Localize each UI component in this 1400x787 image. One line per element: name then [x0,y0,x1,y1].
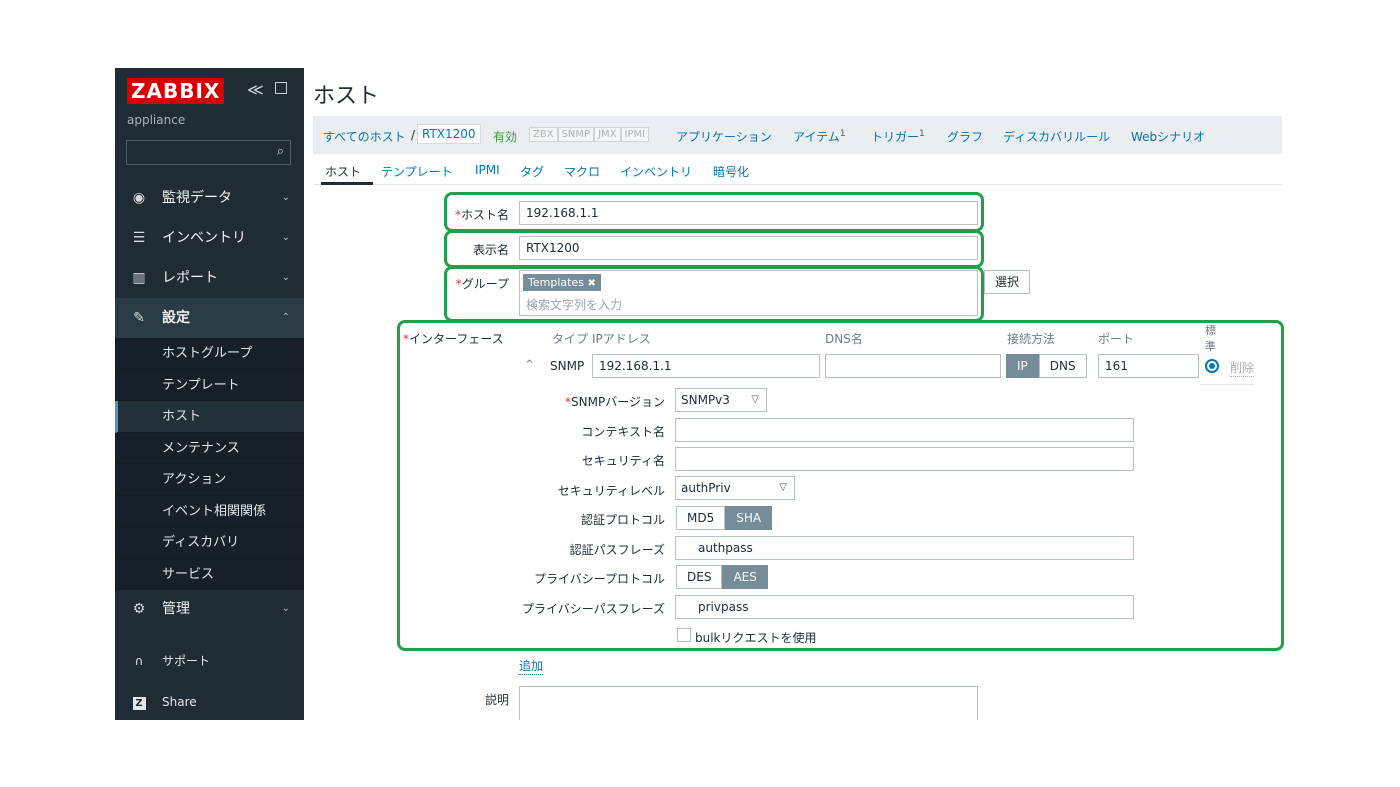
menu-label: レポート [162,270,218,286]
zbx-badge: ZBX [529,127,558,142]
list-icon: ☰ [132,230,146,246]
kiosk-mode-icon[interactable] [275,82,287,94]
server-name: appliance [127,113,186,127]
menu-administration[interactable]: ⚙ 管理 ⌄ [115,589,304,629]
eye-icon: ◉ [132,190,146,206]
nav-applications-link[interactable]: アプリケーション [676,128,772,145]
menu-configuration[interactable]: ✎ 設定 ⌃ [115,298,304,338]
tab-templates[interactable]: テンプレート [381,163,453,180]
menu-monitoring[interactable]: ◉ 監視データ ⌄ [115,178,304,218]
highlight-groups [444,266,984,322]
menu-inventory[interactable]: ☰ インベントリ ⌄ [115,218,304,258]
zabbix-share-icon: Z [129,687,149,717]
menu-reports[interactable]: ▥ レポート ⌄ [115,258,304,298]
nav-items-link[interactable]: アイテム1 [793,128,846,145]
highlight-snmp-interface [397,320,1284,651]
active-tab-indicator [321,182,373,185]
highlight-visible-name [444,230,984,268]
tab-ipmi[interactable]: IPMI [475,163,500,177]
bar-chart-icon: ▥ [132,270,146,286]
collapse-sidebar-icon[interactable]: ≪ [247,80,264,99]
menu-label: 管理 [162,601,190,617]
snmp-badge: SNMP [557,127,595,142]
share-label: Share [162,695,197,709]
select-groups-button[interactable]: 選択 [984,270,1030,294]
chevron-down-icon: ⌄ [281,272,290,283]
configuration-submenu: ホストグループ テンプレート ホスト メンテナンス アクション イベント相関関係… [115,338,304,590]
nav-discovery-rules-link[interactable]: ディスカバリルール [1003,128,1110,145]
breadcrumb-separator: / [411,128,416,142]
submenu-item-host-groups[interactable]: ホストグループ [115,338,304,370]
logo-row: ZABBIX ≪ [115,68,304,108]
chevron-down-icon: ⌄ [281,603,290,614]
sidebar-search-input[interactable]: ⌕ [126,140,291,165]
submenu-item-event-correlation[interactable]: イベント相関関係 [115,495,304,527]
chevron-down-icon: ⌄ [281,192,290,203]
nav-current-host[interactable]: RTX1200 [417,124,481,144]
search-icon[interactable]: ⌕ [277,144,284,159]
nav-triggers-link[interactable]: トリガー1 [871,128,925,145]
wrench-icon: ✎ [133,310,145,326]
page-title: ホスト [313,84,380,109]
gear-icon: ⚙ [132,601,146,617]
nav-all-hosts-link[interactable]: すべてのホスト [323,128,406,145]
tab-tags[interactable]: タグ [520,163,544,180]
add-interface-link[interactable]: 追加 [519,657,544,675]
support-label: サポート [162,654,211,668]
availability-badges: ZBX SNMP JMX IPMI [529,127,650,142]
zabbix-logo[interactable]: ZABBIX [127,78,225,104]
highlight-host-name [444,192,984,232]
description-label: 説明 [484,693,509,707]
nav-graphs-link[interactable]: グラフ [947,128,983,145]
form-tabs: ホスト テンプレート IPMI タグ マクロ インベントリ 暗号化 [313,155,1282,185]
submenu-item-templates[interactable]: テンプレート [115,369,304,401]
menu-label: インベントリ [162,230,246,246]
host-nav-bar: すべてのホスト / RTX1200 有効 ZBX SNMP JMX IPMI ア… [313,116,1282,154]
ipmi-badge: IPMI [620,127,650,142]
jmx-badge: JMX [594,127,621,142]
submenu-item-discovery[interactable]: ディスカバリ [115,527,304,559]
support-link[interactable]: ∩ サポート [115,646,304,676]
tab-host[interactable]: ホスト [325,163,361,180]
sidebar: ZABBIX ≪ appliance ⌕ ◉ 監視データ ⌄ ☰ インベントリ … [115,68,304,720]
headset-icon: ∩ [134,654,144,668]
submenu-item-actions[interactable]: アクション [115,464,304,496]
submenu-item-hosts[interactable]: ホスト [115,401,304,433]
submenu-item-services[interactable]: サービス [115,558,304,590]
submenu-item-maintenance[interactable]: メンテナンス [115,432,304,464]
tab-macros[interactable]: マクロ [564,163,600,180]
chevron-up-icon: ⌃ [281,312,290,323]
nav-web-scenarios-link[interactable]: Webシナリオ [1131,128,1205,145]
share-link[interactable]: Z Share [115,687,304,717]
menu-label: 設定 [162,310,190,326]
host-status[interactable]: 有効 [493,128,517,145]
description-textarea[interactable] [519,686,978,720]
menu-label: 監視データ [162,190,232,206]
tab-encryption[interactable]: 暗号化 [713,163,749,180]
chevron-down-icon: ⌄ [281,232,290,243]
tab-inventory[interactable]: インベントリ [620,163,692,180]
